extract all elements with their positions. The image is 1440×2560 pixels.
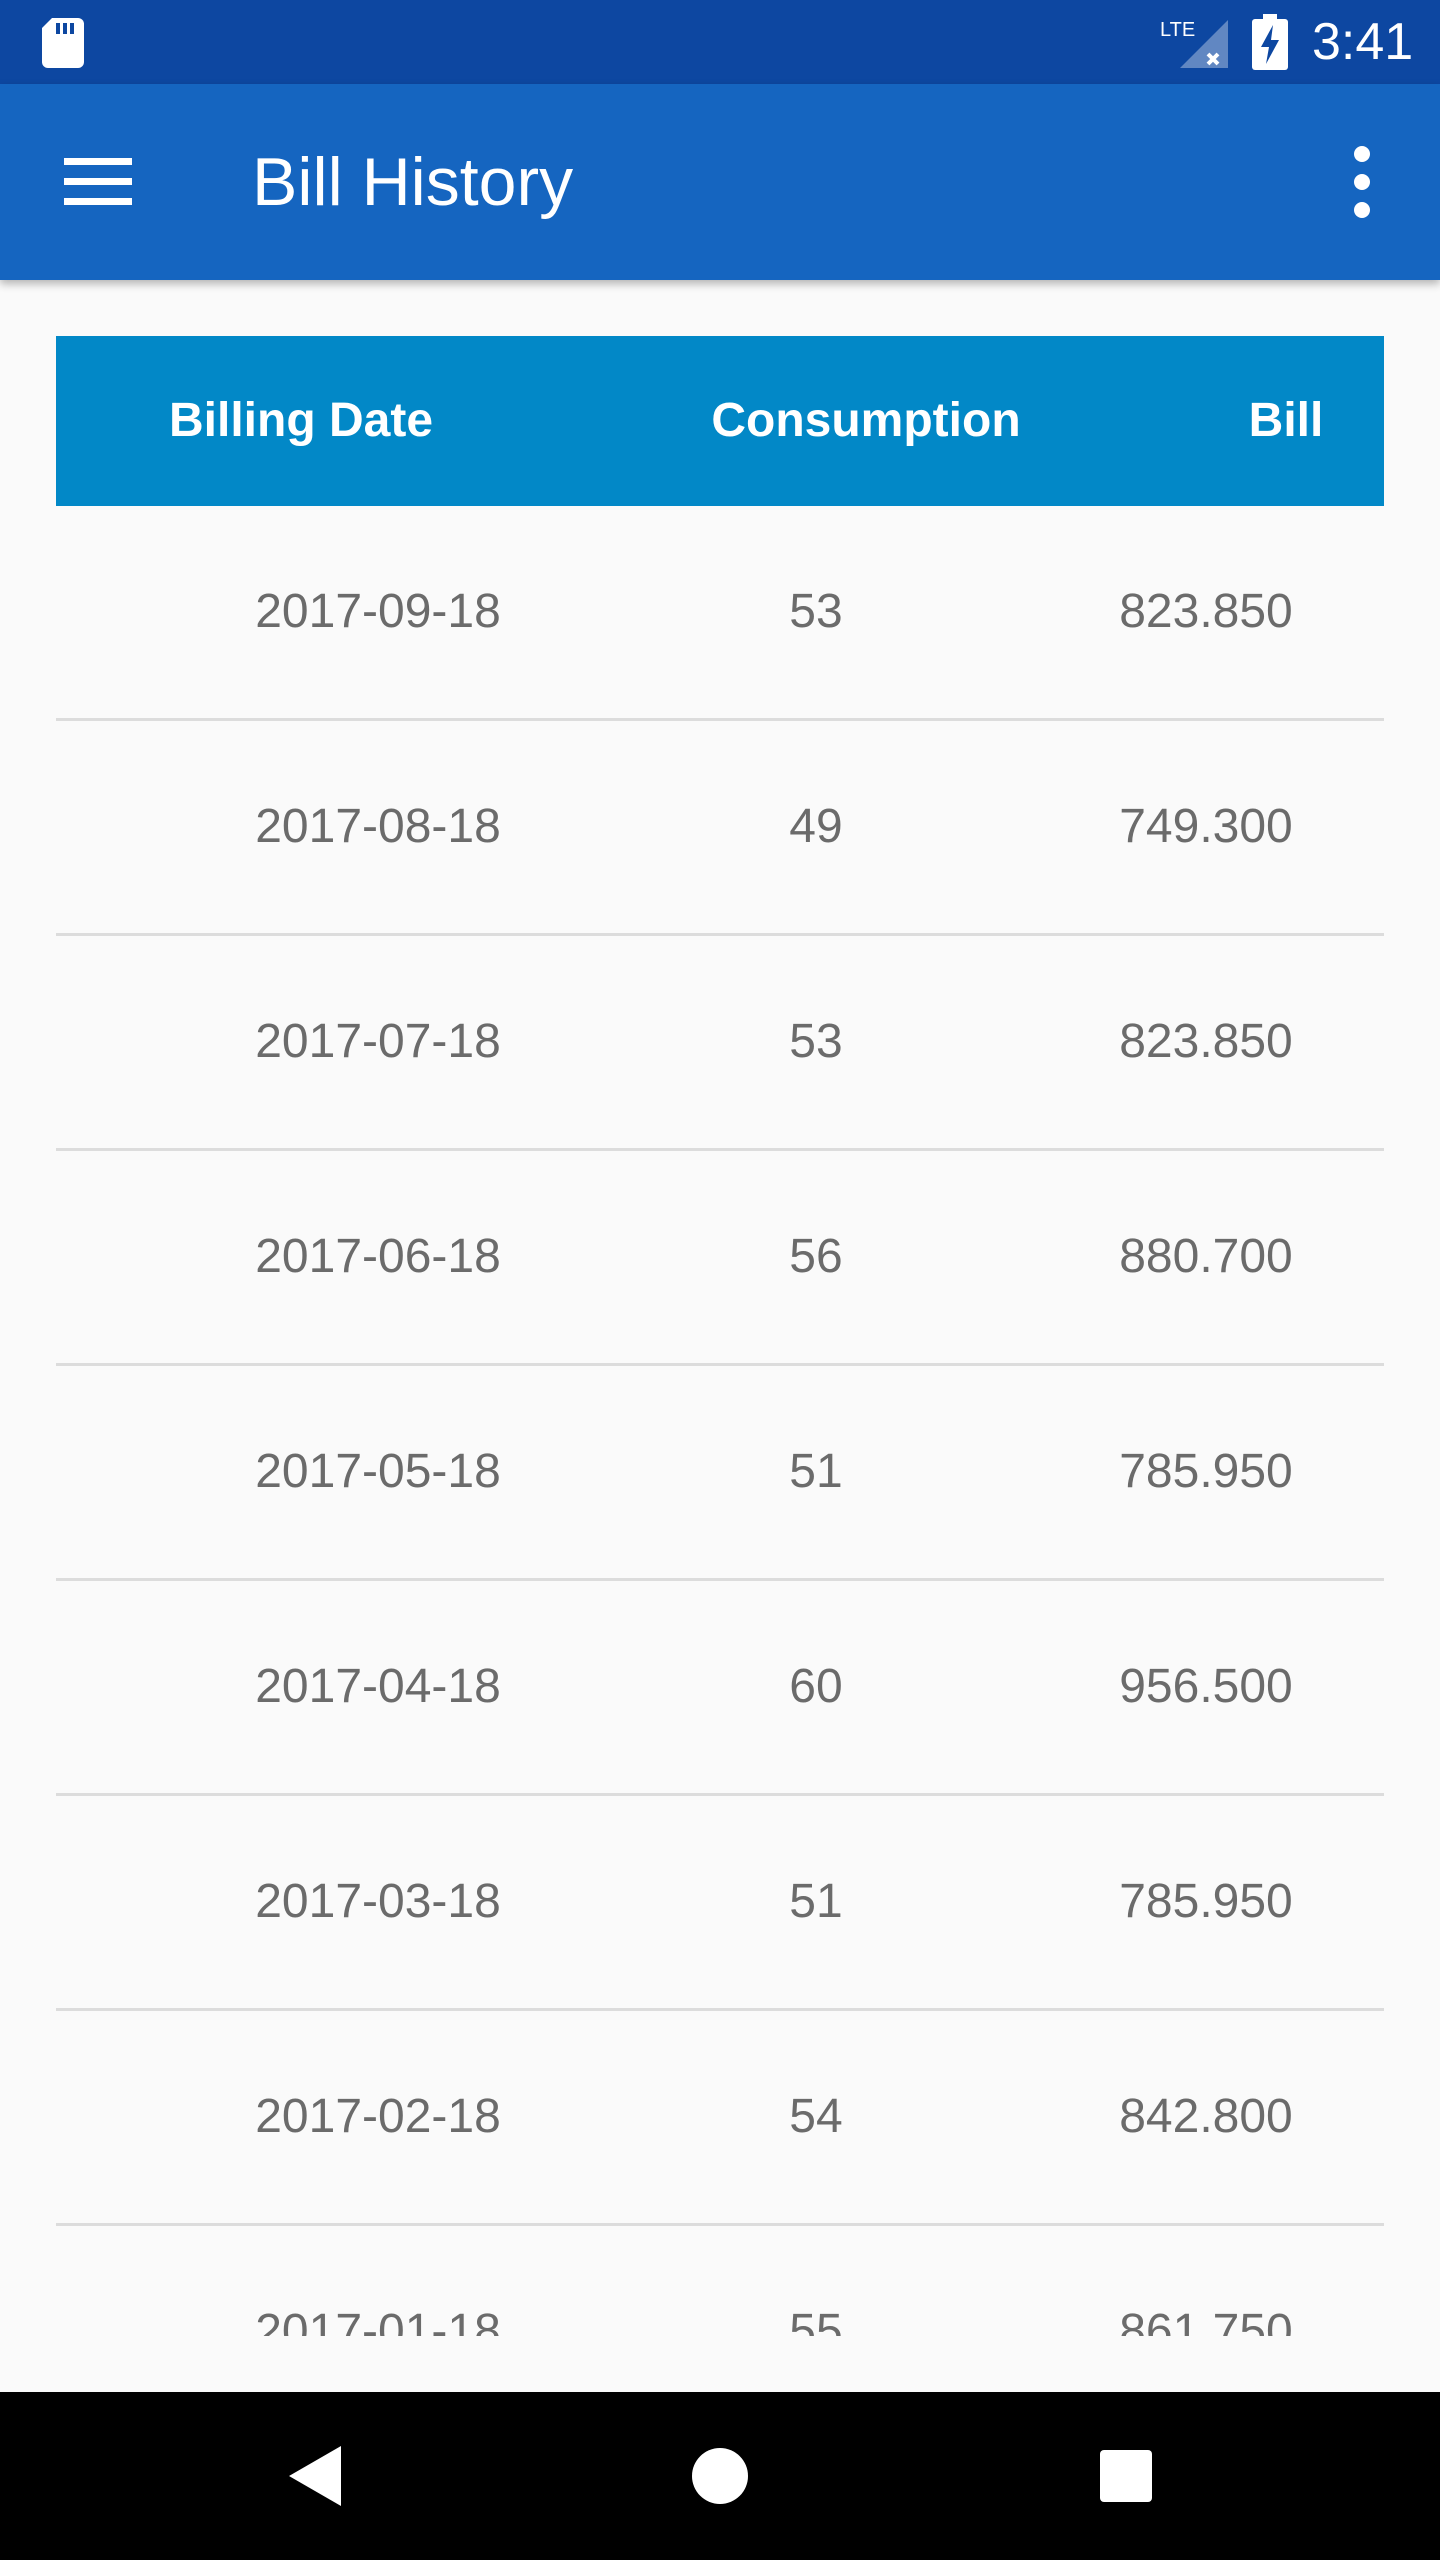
overflow-menu-icon[interactable] (1330, 134, 1394, 230)
lte-signal-icon: LTE (1160, 19, 1228, 68)
cell-billing-date: 2017-04-18 (255, 1660, 501, 1713)
table-row[interactable]: 2017-05-18 51 785.950 (56, 1366, 1384, 1581)
table-row[interactable]: 2017-04-18 60 956.500 (56, 1581, 1384, 1796)
cell-bill: 749.300 (1119, 800, 1293, 853)
page-title: Bill History (252, 144, 574, 220)
cell-consumption: 53 (789, 585, 843, 638)
cell-billing-date: 2017-02-18 (255, 2090, 501, 2143)
cell-bill: 880.700 (1119, 1230, 1293, 1283)
cell-consumption: 60 (789, 1660, 843, 1713)
cell-bill: 823.850 (1119, 585, 1293, 638)
table-row[interactable]: 2017-02-18 54 842.800 (56, 2011, 1384, 2226)
cell-consumption: 54 (789, 2090, 843, 2143)
sd-card-icon (42, 18, 84, 68)
cell-bill: 785.950 (1119, 1875, 1293, 1928)
cell-consumption: 51 (789, 1875, 843, 1928)
status-bar: LTE 3:41 (0, 0, 1440, 84)
column-header-consumption: Consumption (711, 394, 1021, 447)
cell-billing-date: 2017-01-18 (255, 2305, 501, 2336)
table-row[interactable]: 2017-09-18 53 823.850 (56, 506, 1384, 721)
cell-billing-date: 2017-07-18 (255, 1015, 501, 1068)
back-icon[interactable] (285, 2444, 345, 2508)
cell-billing-date: 2017-05-18 (255, 1445, 501, 1498)
battery-charging-icon (1252, 14, 1288, 70)
table-row[interactable]: 2017-08-18 49 749.300 (56, 721, 1384, 936)
cell-bill: 842.800 (1119, 2090, 1293, 2143)
table-row[interactable]: 2017-06-18 56 880.700 (56, 1151, 1384, 1366)
bill-history-table[interactable]: Billing Date Consumption Bill 2017-09-18… (56, 336, 1384, 2336)
network-label: LTE (1160, 19, 1195, 41)
cell-bill: 785.950 (1119, 1445, 1293, 1498)
cell-consumption: 51 (789, 1445, 843, 1498)
home-icon[interactable] (690, 2446, 750, 2506)
app-bar: Bill History (0, 84, 1440, 280)
cell-billing-date: 2017-09-18 (255, 585, 501, 638)
table-row[interactable]: 2017-03-18 51 785.950 (56, 1796, 1384, 2011)
cell-bill: 823.850 (1119, 1015, 1293, 1068)
cell-consumption: 56 (789, 1230, 843, 1283)
system-navigation-bar (0, 2392, 1440, 2560)
cell-consumption: 55 (789, 2305, 843, 2336)
table-header: Billing Date Consumption Bill (56, 336, 1384, 506)
table-row[interactable]: 2017-07-18 53 823.850 (56, 936, 1384, 1151)
cell-billing-date: 2017-06-18 (255, 1230, 501, 1283)
cell-consumption: 49 (789, 800, 843, 853)
cell-consumption: 53 (789, 1015, 843, 1068)
cell-bill: 956.500 (1119, 1660, 1293, 1713)
recents-icon[interactable] (1098, 2448, 1154, 2504)
cell-bill: 861.750 (1119, 2305, 1293, 2336)
cell-billing-date: 2017-03-18 (255, 1875, 501, 1928)
hamburger-menu-icon[interactable] (48, 144, 148, 220)
column-header-billing-date: Billing Date (168, 394, 434, 447)
table-row[interactable]: 2017-01-18 55 861.750 (56, 2226, 1384, 2336)
cell-billing-date: 2017-08-18 (255, 800, 501, 853)
status-clock: 3:41 (1312, 13, 1414, 71)
column-header-bill: Bill (1248, 394, 1324, 447)
